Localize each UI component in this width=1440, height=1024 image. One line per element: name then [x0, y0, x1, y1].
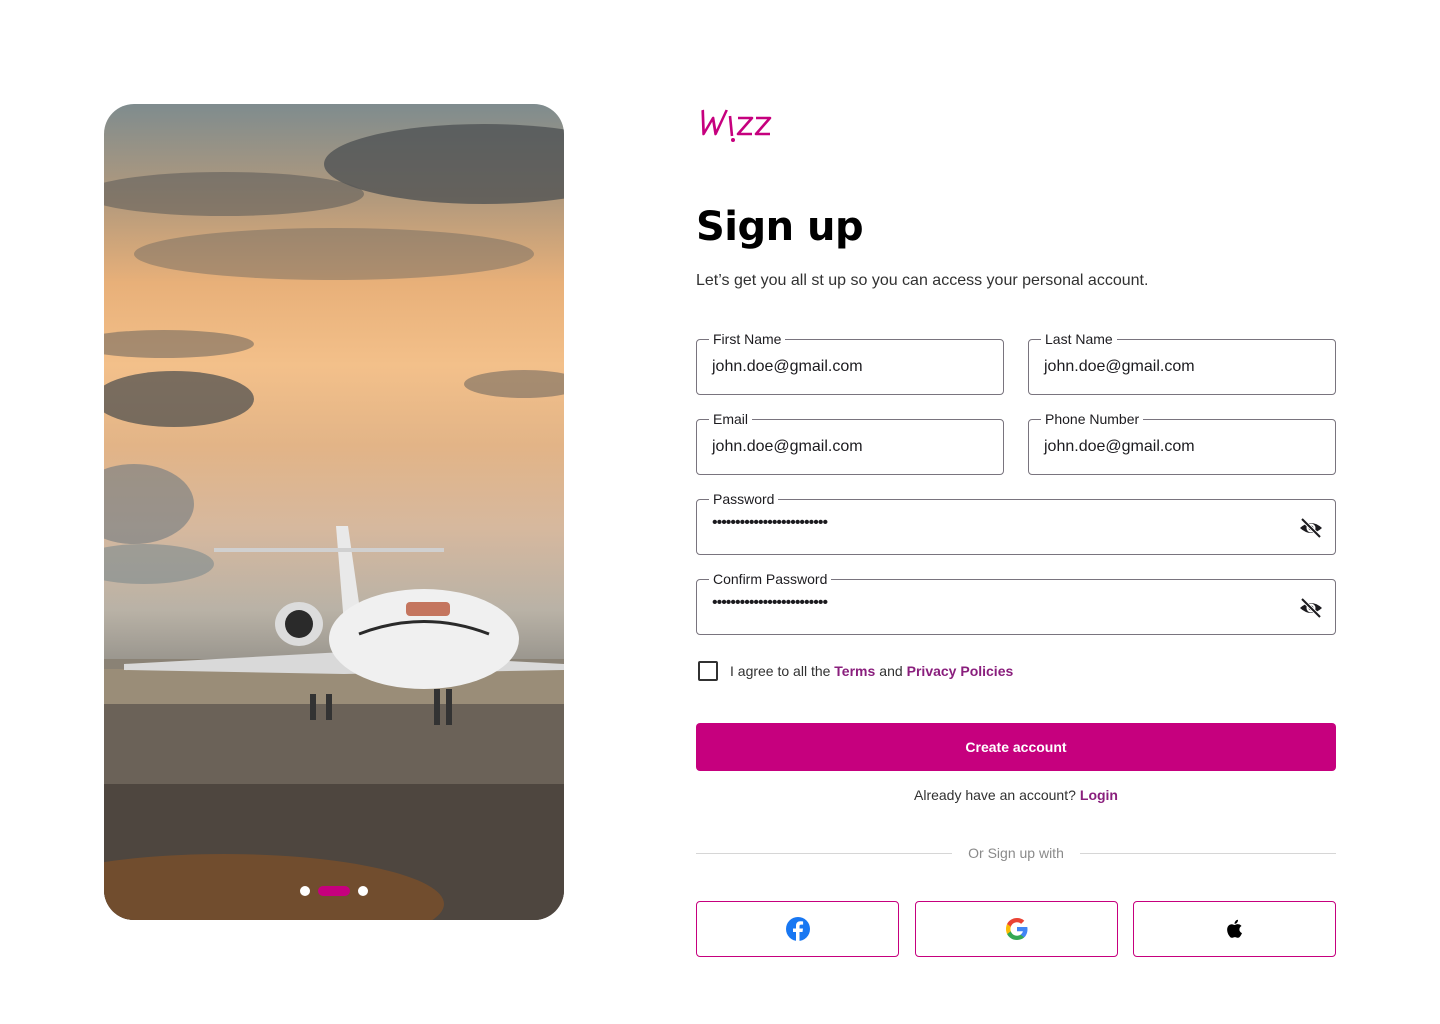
carousel-dots	[104, 886, 564, 896]
login-link[interactable]: Login	[1080, 787, 1118, 803]
carousel-dot-active[interactable]	[318, 886, 350, 896]
already-text: Already have an account?	[914, 787, 1076, 803]
confirm-password-value[interactable]: •••••••••••••••••••••••••	[712, 594, 828, 612]
password-label: Password	[709, 490, 779, 508]
confirm-password-label: Confirm Password	[709, 570, 832, 588]
privacy-policies-link[interactable]: Privacy Policies	[907, 663, 1014, 679]
agree-and: and	[879, 662, 903, 679]
first-name-field[interactable]: First Name john.doe@gmail.com	[696, 330, 1004, 395]
agree-checkbox[interactable]	[698, 661, 718, 681]
wizz-logo	[701, 109, 772, 142]
phone-number-value[interactable]: john.doe@gmail.com	[1044, 436, 1195, 458]
already-have-account: Already have an account? Login	[696, 787, 1336, 803]
hero-image-card	[104, 104, 564, 920]
password-value[interactable]: •••••••••••••••••••••••••	[712, 514, 828, 532]
email-label: Email	[709, 410, 753, 428]
agree-terms-row: I agree to all the Terms and Privacy Pol…	[696, 660, 1013, 681]
social-divider: Or Sign up with	[696, 844, 1336, 862]
last-name-label: Last Name	[1041, 330, 1117, 348]
terms-link[interactable]: Terms	[834, 663, 875, 679]
divider-line	[1079, 852, 1336, 854]
first-name-label: First Name	[709, 330, 786, 348]
google-signup-button[interactable]	[915, 901, 1118, 957]
page-title: Sign up	[696, 204, 864, 250]
signup-page: Sign up Let’s get you all st up so you c…	[0, 0, 1440, 1024]
create-account-button[interactable]: Create account	[696, 723, 1336, 771]
jet-photo	[104, 124, 564, 920]
carousel-dot[interactable]	[358, 886, 368, 896]
email-field[interactable]: Email john.doe@gmail.com	[696, 410, 1004, 475]
last-name-value[interactable]: john.doe@gmail.com	[1044, 356, 1195, 378]
email-value[interactable]: john.doe@gmail.com	[712, 436, 863, 458]
facebook-signup-button[interactable]	[696, 901, 899, 957]
eye-off-icon[interactable]	[1299, 596, 1323, 620]
confirm-password-field[interactable]: Confirm Password •••••••••••••••••••••••…	[696, 570, 1336, 635]
apple-signup-button[interactable]	[1133, 901, 1336, 957]
agree-prefix: I agree to all the	[730, 662, 831, 679]
last-name-field[interactable]: Last Name john.doe@gmail.com	[1028, 330, 1336, 395]
first-name-value[interactable]: john.doe@gmail.com	[712, 356, 863, 378]
page-subtitle: Let’s get you all st up so you can acces…	[696, 272, 1149, 289]
password-field[interactable]: Password •••••••••••••••••••••••••	[696, 490, 1336, 555]
phone-number-field[interactable]: Phone Number john.doe@gmail.com	[1028, 410, 1336, 475]
phone-number-label: Phone Number	[1041, 410, 1144, 428]
divider-line	[696, 852, 953, 854]
facebook-icon	[785, 917, 810, 941]
eye-off-icon[interactable]	[1299, 516, 1323, 540]
apple-icon	[1226, 919, 1242, 938]
carousel-dot[interactable]	[300, 886, 310, 896]
divider-text: Or Sign up with	[968, 845, 1064, 861]
google-icon	[1005, 918, 1027, 940]
